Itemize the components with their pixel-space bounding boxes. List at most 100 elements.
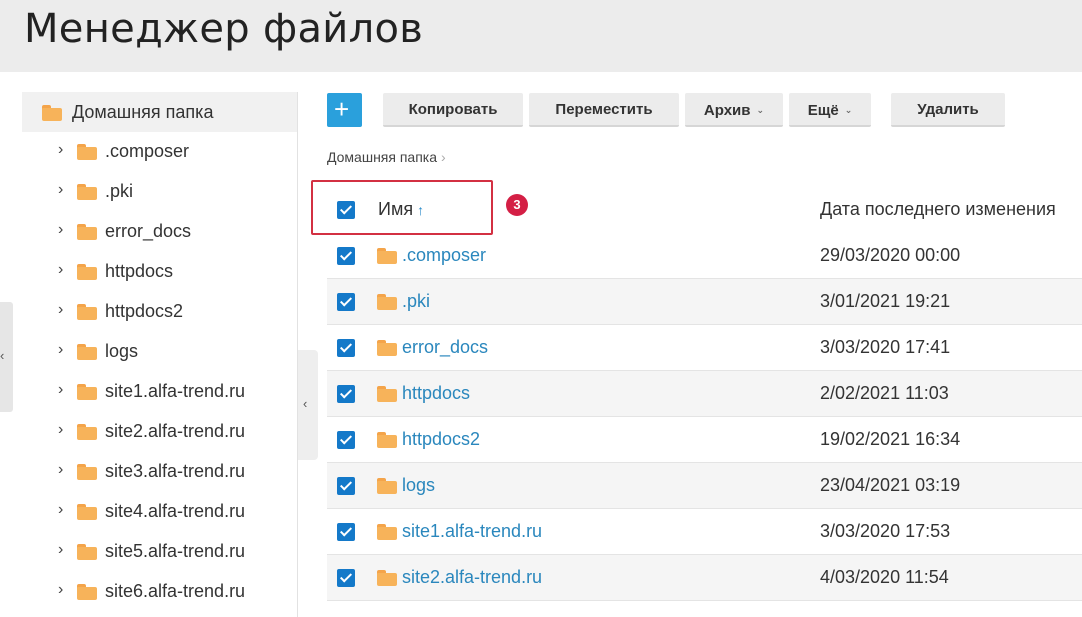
folder-icon	[377, 386, 397, 402]
chevron-right-icon: ›	[441, 149, 446, 165]
chevron-left-icon: ‹	[0, 348, 5, 363]
table-row[interactable]: httpdocs 2/02/2021 11:03	[327, 371, 1082, 417]
tree-item[interactable]: › logs	[22, 332, 297, 372]
file-name-link[interactable]: httpdocs	[402, 383, 470, 404]
chevron-right-icon[interactable]: ›	[58, 181, 63, 199]
tree-collapse-handle[interactable]: ‹	[298, 350, 318, 460]
table-row[interactable]: httpdocs2 19/02/2021 16:34	[327, 417, 1082, 463]
row-checkbox[interactable]	[337, 247, 355, 265]
tree-item-label: logs	[105, 341, 139, 361]
more-dropdown[interactable]: Ещё ⌄	[789, 93, 871, 127]
row-checkbox[interactable]	[337, 523, 355, 541]
folder-icon	[77, 544, 97, 560]
chevron-right-icon[interactable]: ›	[58, 581, 63, 599]
modified-date: 4/03/2020 11:54	[820, 567, 949, 587]
move-button[interactable]: Переместить	[529, 93, 679, 127]
chevron-right-icon[interactable]: ›	[58, 261, 63, 279]
tree-item-label: site6.alfa-trend.ru	[105, 581, 246, 601]
tree-item[interactable]: › site6.alfa-trend.ru	[22, 572, 297, 612]
tree-item[interactable]: › error_docs	[22, 212, 297, 252]
copy-label: Копировать	[408, 101, 498, 118]
copy-button[interactable]: Копировать	[383, 93, 523, 127]
chevron-right-icon[interactable]: ›	[58, 301, 63, 319]
folder-icon	[77, 584, 97, 600]
table-row[interactable]: logs 23/04/2021 03:19	[327, 463, 1082, 509]
tree-item[interactable]: › .composer	[22, 132, 297, 172]
chevron-right-icon[interactable]: ›	[58, 381, 63, 399]
chevron-right-icon[interactable]: ›	[58, 341, 63, 359]
tree-item[interactable]: › site5.alfa-trend.ru	[22, 532, 297, 572]
tree-item[interactable]: › httpdocs2	[22, 292, 297, 332]
sidebar-toggle-handle[interactable]: ‹	[0, 302, 13, 412]
table-row[interactable]: site2.alfa-trend.ru 4/03/2020 11:54	[327, 555, 1082, 601]
table-row[interactable]: .composer 29/03/2020 00:00	[327, 233, 1082, 279]
tree-item-label: site5.alfa-trend.ru	[105, 541, 246, 561]
tree-item-label: httpdocs2	[105, 301, 184, 321]
modified-date: 23/04/2021 03:19	[820, 475, 961, 495]
archive-dropdown[interactable]: Архив ⌄	[685, 93, 783, 127]
tree-item[interactable]: › site3.alfa-trend.ru	[22, 452, 297, 492]
tree-item-label: site3.alfa-trend.ru	[105, 461, 246, 481]
modified-date: 29/03/2020 00:00	[820, 245, 961, 265]
tree-item-label: Домашняя папка	[72, 102, 214, 122]
chevron-right-icon[interactable]: ›	[58, 141, 63, 159]
file-list: .composer 29/03/2020 00:00 .pki 3/01/2021 …	[327, 233, 1082, 617]
row-checkbox[interactable]	[337, 569, 355, 587]
add-button[interactable]: +	[327, 93, 362, 127]
chevron-right-icon[interactable]: ›	[58, 221, 63, 239]
folder-icon	[377, 432, 397, 448]
row-checkbox[interactable]	[337, 385, 355, 403]
file-name-link[interactable]: site1.alfa-trend.ru	[402, 521, 542, 542]
file-name-link[interactable]: .pki	[402, 291, 430, 312]
folder-icon	[77, 224, 97, 240]
folder-icon	[377, 478, 397, 494]
more-label: Ещё	[807, 102, 839, 119]
table-row[interactable]: site1.alfa-trend.ru 3/03/2020 17:53	[327, 509, 1082, 555]
plus-icon: +	[334, 94, 350, 124]
tree-item[interactable]: › site4.alfa-trend.ru	[22, 492, 297, 532]
folder-icon	[77, 304, 97, 320]
tree-item[interactable]: › httpdocs	[22, 252, 297, 292]
file-name-link[interactable]: httpdocs2	[402, 429, 480, 450]
modified-date: 2/02/2021 11:03	[820, 383, 949, 403]
row-checkbox[interactable]	[337, 431, 355, 449]
tree-item[interactable]: › site1.alfa-trend.ru	[22, 372, 297, 412]
table-row[interactable]: .pki 3/01/2021 19:21	[327, 279, 1082, 325]
folder-icon	[42, 105, 62, 121]
file-name-link[interactable]: site2.alfa-trend.ru	[402, 567, 542, 588]
folder-icon	[77, 264, 97, 280]
folder-icon	[77, 504, 97, 520]
chevron-down-icon: ⌄	[756, 105, 765, 115]
chevron-right-icon[interactable]: ›	[58, 501, 63, 519]
tree-item-label: site2.alfa-trend.ru	[105, 421, 246, 441]
delete-label: Удалить	[917, 101, 979, 118]
highlight-frame	[311, 180, 493, 235]
breadcrumb-home[interactable]: Домашняя папка	[327, 149, 437, 165]
tree-item[interactable]: › site2.alfa-trend.ru	[22, 412, 297, 452]
tree-item-label: httpdocs	[105, 261, 174, 281]
column-header-date[interactable]: Дата последнего изменения	[820, 199, 1056, 220]
modified-date: 3/03/2020 17:53	[820, 521, 951, 541]
row-checkbox[interactable]	[337, 293, 355, 311]
move-label: Переместить	[555, 101, 653, 118]
file-name-link[interactable]: .composer	[402, 245, 486, 266]
tree-item-label: .composer	[105, 141, 190, 161]
folder-icon	[77, 184, 97, 200]
chevron-right-icon[interactable]: ›	[58, 421, 63, 439]
table-row[interactable]: error_docs 3/03/2020 17:41	[327, 325, 1082, 371]
archive-label: Архив	[703, 102, 751, 119]
row-checkbox[interactable]	[337, 339, 355, 357]
file-name-link[interactable]: error_docs	[402, 337, 488, 358]
tree-item-label: site4.alfa-trend.ru	[105, 501, 246, 521]
file-name-link[interactable]: logs	[402, 475, 435, 496]
chevron-right-icon[interactable]: ›	[58, 461, 63, 479]
row-checkbox[interactable]	[337, 477, 355, 495]
folder-icon	[377, 340, 397, 356]
tree-item-home[interactable]: Домашняя папка	[22, 92, 297, 132]
page-header: Менеджер файлов	[0, 0, 1082, 72]
delete-button[interactable]: Удалить	[891, 93, 1005, 127]
chevron-right-icon[interactable]: ›	[58, 541, 63, 559]
chevron-left-icon: ‹	[303, 396, 308, 411]
step-badge: 3	[506, 194, 528, 216]
tree-item[interactable]: › .pki	[22, 172, 297, 212]
